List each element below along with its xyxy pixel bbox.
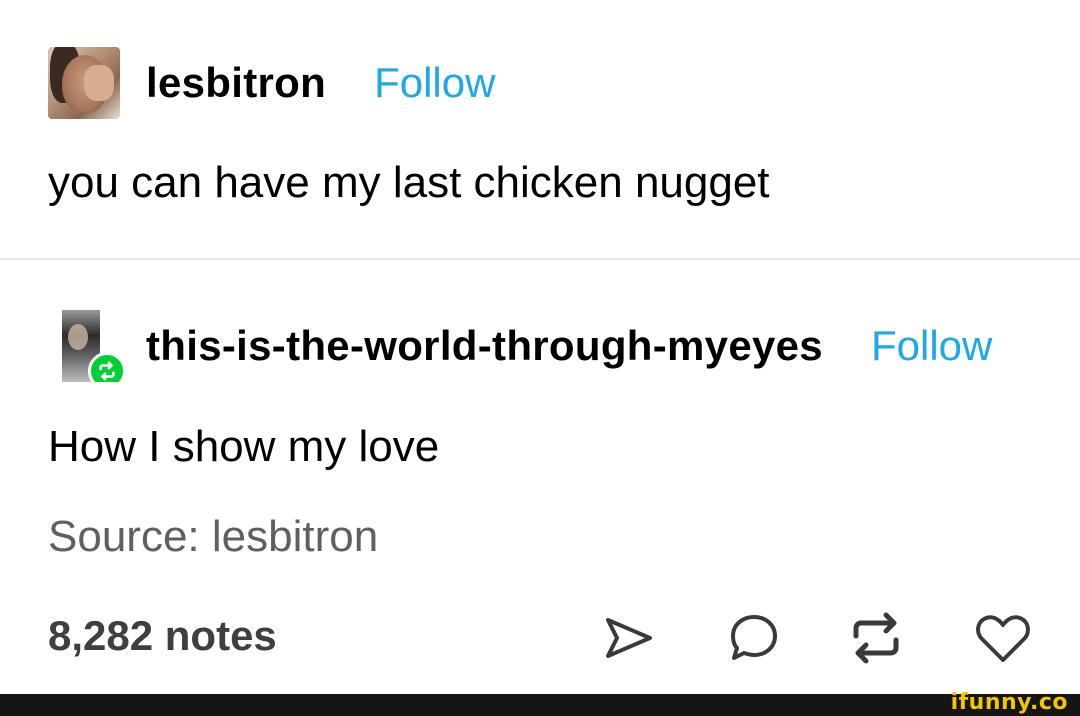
reblogger-avatar[interactable] [62, 310, 126, 382]
username[interactable]: lesbitron [146, 59, 326, 107]
like-icon[interactable] [974, 610, 1030, 666]
watermark-text: ifunny.co [950, 690, 1068, 715]
share-icon[interactable] [600, 610, 656, 666]
divider [0, 258, 1080, 260]
watermark-bar: ifunny.co [0, 690, 1080, 716]
avatar[interactable] [48, 47, 120, 119]
reblog-icon[interactable] [848, 610, 904, 666]
post-body-text: you can have my last chicken nugget [48, 158, 770, 207]
source-link[interactable]: Source: lesbitron [48, 512, 378, 562]
reblog-badge-icon [88, 352, 126, 382]
post-actions [0, 610, 1080, 666]
reblogger-username[interactable]: this-is-the-world-through-myeyes [146, 322, 823, 370]
reply-icon[interactable] [726, 610, 782, 666]
reblog-header: this-is-the-world-through-myeyes Follow [62, 310, 1080, 382]
follow-button[interactable]: Follow [871, 322, 992, 370]
post-header: lesbitron Follow [48, 47, 495, 119]
reblog-body-text: How I show my love [48, 422, 440, 471]
follow-button[interactable]: Follow [374, 59, 495, 107]
